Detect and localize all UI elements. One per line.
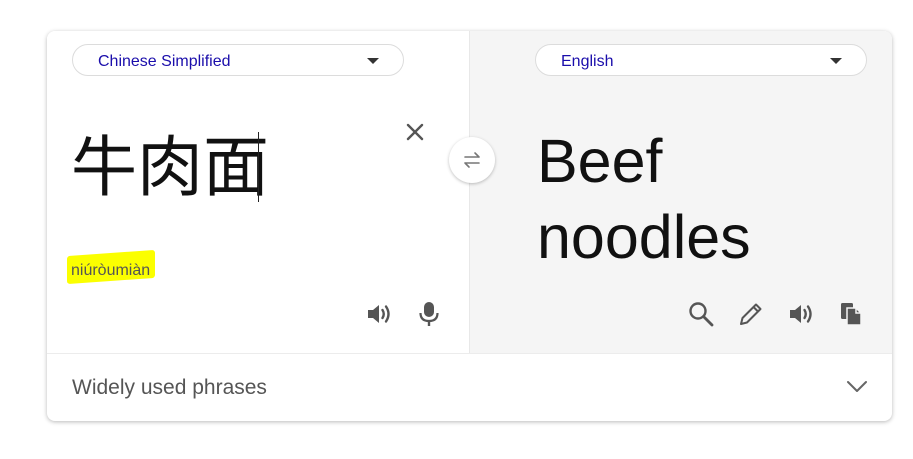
swap-icon	[464, 152, 480, 168]
search-button[interactable]	[686, 299, 716, 329]
close-icon	[406, 123, 424, 141]
phrases-label: Widely used phrases	[72, 376, 267, 399]
speaker-icon	[790, 305, 812, 323]
search-icon	[689, 302, 714, 327]
target-listen-button[interactable]	[786, 299, 816, 329]
text-cursor	[258, 132, 259, 202]
source-listen-button[interactable]	[364, 299, 394, 329]
copy-icon	[841, 303, 862, 326]
source-language-select[interactable]: Chinese Simplified	[72, 44, 404, 76]
translation-line-2: noodles	[537, 203, 751, 271]
target-language-select[interactable]: English	[535, 44, 867, 76]
microphone-icon	[419, 302, 439, 326]
source-pane: Chinese Simplified 牛肉面 niúròumiàn	[47, 31, 470, 353]
swap-languages-button[interactable]	[449, 137, 495, 183]
edit-button[interactable]	[736, 299, 766, 329]
romanization-highlight: niúròumiàn	[67, 249, 155, 285]
source-text-input[interactable]: 牛肉面	[71, 128, 269, 208]
copy-button[interactable]	[836, 299, 866, 329]
chevron-down-icon	[847, 381, 867, 392]
translation-line-1: Beef	[537, 127, 663, 195]
target-pane: English Beef noodles	[470, 31, 892, 353]
translate-card: Chinese Simplified 牛肉面 niúròumiàn Englis…	[47, 31, 892, 421]
pencil-icon	[740, 303, 762, 325]
microphone-button[interactable]	[414, 299, 444, 329]
target-language-label: English	[561, 53, 614, 70]
caret-down-icon	[830, 58, 842, 64]
translation-output: Beef noodles	[537, 123, 751, 275]
romanization-text: niúròumiàn	[71, 262, 151, 279]
widely-used-phrases-expander[interactable]: Widely used phrases	[47, 353, 892, 421]
caret-down-icon	[367, 58, 379, 64]
clear-button[interactable]	[403, 120, 427, 144]
source-language-label: Chinese Simplified	[98, 53, 231, 70]
speaker-icon	[368, 305, 390, 323]
